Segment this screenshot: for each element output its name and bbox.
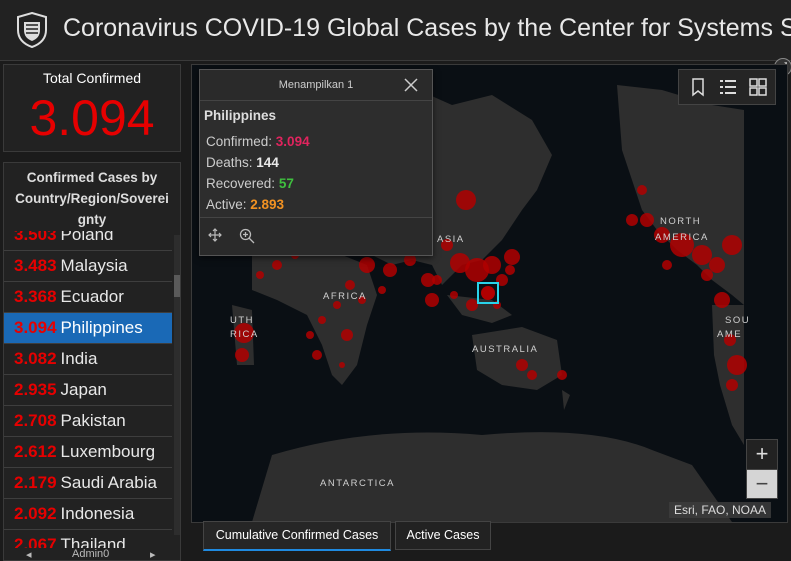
university-shield-icon	[17, 12, 47, 48]
field-label: Recovered:	[206, 176, 276, 191]
list-icon[interactable]	[717, 76, 739, 98]
list-item[interactable]: 3.082 India	[4, 344, 172, 375]
app-header: Coronavirus COVID-19 Global Cases by the…	[0, 0, 791, 61]
field-value: 3.094	[275, 134, 310, 149]
zoom-to-icon[interactable]	[239, 228, 255, 244]
page-title: Coronavirus COVID-19 Global Cases by the…	[63, 14, 791, 42]
country-name: Ecuador	[60, 287, 124, 306]
map-view[interactable]: NORTH AMERICA ASIA AFRICA UTH RICA SOU A…	[191, 64, 788, 523]
case-count: 3.483	[14, 256, 57, 275]
field-label: Confirmed:	[206, 134, 273, 149]
popup-header: Menampilkan 1	[278, 79, 354, 91]
map-label-australia: AUSTRALIA	[472, 344, 538, 355]
chevron-left-icon[interactable]: ◂	[26, 548, 32, 560]
popup-field-confirmed: Confirmed: 3.094	[206, 134, 310, 149]
list-item-selected[interactable]: 3.094 Philippines	[4, 313, 172, 344]
map-label-south-partial: UTH	[230, 315, 254, 326]
total-confirmed-value: 3.094	[29, 90, 155, 146]
country-name: Saudi Arabia	[60, 473, 157, 492]
list-item[interactable]: 2.708 Pakistan	[4, 406, 172, 437]
field-label: Active:	[206, 197, 247, 212]
close-icon[interactable]	[403, 77, 419, 93]
list-heading-line: Country/Region/Soverei	[15, 191, 169, 206]
popup-actions	[200, 218, 432, 254]
list-footer: ◂ Admin0 ▸	[4, 548, 180, 560]
list-item[interactable]: 3.368 Ecuador	[4, 282, 172, 313]
country-name: Pakistan	[60, 411, 126, 430]
list-item[interactable]: 2.179 Saudi Arabia	[4, 468, 172, 499]
case-count: 3.082	[14, 349, 57, 368]
field-value: 57	[278, 176, 294, 191]
case-count: 2.612	[14, 442, 57, 461]
popup-title: Philippines	[204, 108, 277, 123]
list-item[interactable]: 3.483 Malaysia	[4, 251, 172, 282]
total-confirmed-panel: Total Confirmed 3.094	[3, 64, 181, 152]
chevron-right-icon[interactable]: ▸	[150, 548, 156, 560]
tab-cumulative-confirmed[interactable]: Cumulative Confirmed Cases	[203, 521, 391, 551]
list-item[interactable]: 2.092 Indonesia	[4, 499, 172, 530]
list-item[interactable]: 2.935 Japan	[4, 375, 172, 406]
map-toolbar	[678, 69, 776, 105]
country-name: India	[60, 349, 98, 368]
case-count: 3.094	[14, 318, 57, 337]
total-confirmed-label: Total Confirmed	[42, 70, 142, 86]
bookmark-icon[interactable]	[687, 76, 709, 98]
map-attribution[interactable]: Esri, FAO, NOAA	[669, 502, 772, 518]
country-name: Philippines	[60, 318, 143, 337]
list-scrollbar[interactable]	[174, 235, 180, 535]
country-name: Indonesia	[60, 504, 135, 523]
zoom-controls: + −	[746, 439, 778, 499]
popup-field-recovered: Recovered: 57	[206, 176, 294, 191]
country-name: Japan	[60, 380, 107, 399]
field-label: Deaths:	[206, 155, 253, 170]
list-heading-line: gnty	[77, 212, 107, 227]
map-label-africa: AFRICA	[323, 291, 367, 302]
popup-field-deaths: Deaths: 144	[206, 155, 279, 170]
map-label-sou-partial: SOU	[725, 315, 750, 326]
map-label-ame-partial: AME	[717, 329, 742, 340]
case-count: 2.935	[14, 380, 57, 399]
zoom-in-button[interactable]: +	[747, 440, 777, 468]
map-label-rica-partial: RICA	[230, 329, 259, 340]
map-label-north: NORTH	[660, 216, 701, 227]
country-list-panel: 3.503 Poland 3.483 Malaysia 3.368 Ecuador 3…	[3, 162, 181, 561]
map-label-antarctica: ANTARCTICA	[320, 478, 395, 489]
list-heading: Confirmed Cases by Country/Region/Sovere…	[4, 163, 180, 231]
map-label-asia: ASIA	[437, 234, 465, 245]
field-value: 144	[256, 155, 279, 170]
country-name: Malaysia	[60, 256, 128, 275]
list-scrollbar-thumb[interactable]	[174, 275, 180, 297]
selected-bubble	[481, 286, 495, 300]
case-count: 2.179	[14, 473, 57, 492]
case-count: 2.708	[14, 411, 57, 430]
pan-icon[interactable]	[208, 228, 222, 242]
field-value: 2.893	[250, 197, 285, 212]
case-count: 3.368	[14, 287, 57, 306]
list-item[interactable]: 2.612 Luxembourg	[4, 437, 172, 468]
popup-body: Philippines Confirmed: 3.094 Deaths: 144…	[200, 100, 432, 218]
popup-field-active: Active: 2.893	[206, 197, 284, 212]
country-list: 3.503 Poland 3.483 Malaysia 3.368 Ecuador 3…	[4, 220, 172, 560]
zoom-out-button[interactable]: −	[747, 469, 777, 498]
list-footer-label: Admin0	[72, 548, 110, 560]
basemap-gallery-icon[interactable]	[747, 76, 769, 98]
country-name: Luxembourg	[60, 442, 156, 461]
list-heading-line: Confirmed Cases by	[26, 170, 158, 185]
case-count: 2.092	[14, 504, 57, 523]
tab-active-cases[interactable]: Active Cases	[395, 521, 491, 550]
feature-popup: Menampilkan 1 Philippines Confirmed: 3.0…	[199, 69, 433, 256]
map-label-america: AMERICA	[655, 232, 709, 243]
